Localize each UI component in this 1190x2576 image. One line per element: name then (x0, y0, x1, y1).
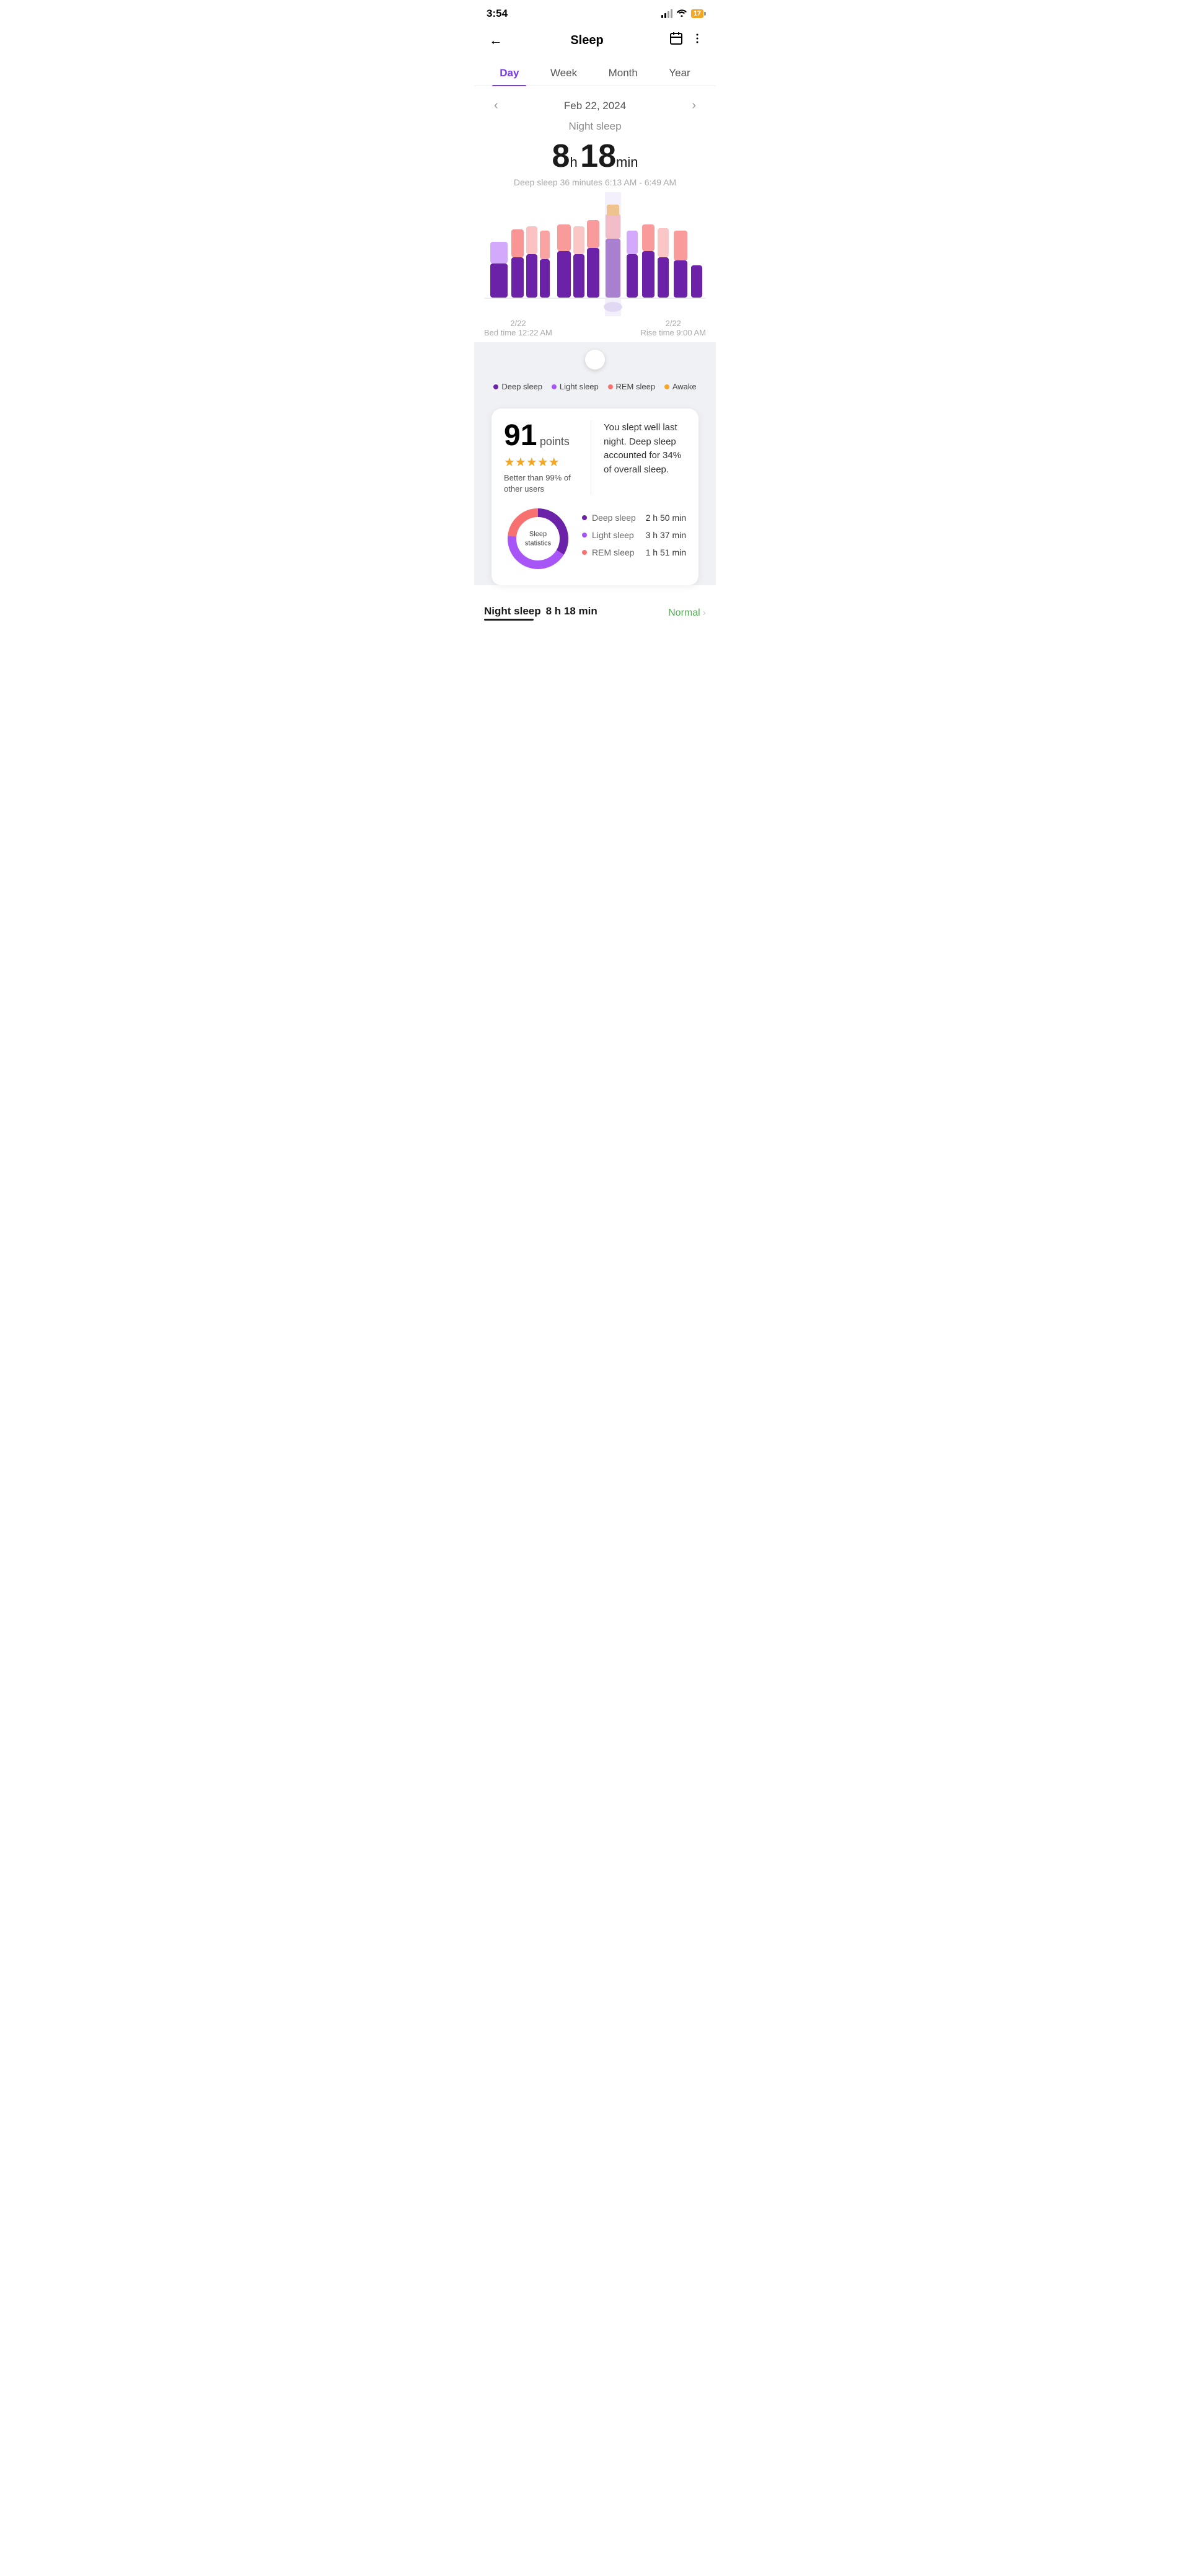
legend-light-sleep: Light sleep (552, 382, 599, 391)
chevron-right-icon: › (703, 608, 706, 619)
bed-date: 2/22 (484, 319, 552, 328)
score-top: 91 points ★★★★★ Better than 99% ofother … (504, 421, 686, 495)
sleep-chart (484, 192, 706, 316)
deep-stat-dot (582, 515, 587, 520)
stat-row-light: Light sleep 3 h 37 min (582, 530, 686, 540)
bottom-padding (474, 621, 716, 645)
score-left: 91 points ★★★★★ Better than 99% ofother … (504, 421, 578, 495)
legend-rem-sleep: REM sleep (608, 382, 656, 391)
sleep-minutes: 18 (580, 138, 616, 174)
header-actions (669, 31, 703, 50)
sleep-chart-svg (484, 192, 706, 316)
light-sleep-legend-label: Light sleep (560, 382, 599, 391)
light-sleep-dot (552, 384, 557, 389)
sleep-duration: 8h 18min (474, 133, 716, 177)
normal-badge: Normal › (668, 608, 706, 619)
sleep-stats: Sleepstatistics Deep sleep 2 h 50 min Li… (504, 505, 686, 573)
light-stat-name: Light sleep (592, 530, 634, 540)
rem-sleep-legend-label: REM sleep (616, 382, 656, 391)
rem-stat-name: REM sleep (592, 547, 634, 557)
battery-icon: 17 (691, 9, 703, 18)
stat-left-light: Light sleep (582, 530, 634, 540)
wifi-icon (676, 9, 687, 19)
rem-stat-value: 1 h 51 min (646, 547, 686, 557)
tab-bar: Day Week Month Year (474, 61, 716, 86)
score-stars: ★★★★★ (504, 454, 578, 470)
prev-date-button[interactable]: ‹ (489, 96, 503, 115)
sleep-chart-container (474, 192, 716, 316)
status-icons: 17 (661, 9, 703, 19)
score-rank: Better than 99% ofother users (504, 472, 578, 495)
more-options-icon[interactable] (691, 32, 703, 48)
stats-list: Deep sleep 2 h 50 min Light sleep 3 h 37… (582, 513, 686, 565)
sleep-m-unit: min (616, 154, 638, 170)
sleep-hours: 8 (552, 138, 570, 174)
awake-legend-label: Awake (672, 382, 697, 391)
rem-stat-dot (582, 550, 587, 555)
rise-date: 2/22 (641, 319, 707, 328)
night-sleep-value: 8 h 18 min (546, 605, 597, 617)
deep-sleep-detail: Deep sleep 36 minutes 6:13 AM - 6:49 AM (474, 177, 716, 187)
stat-row-deep: Deep sleep 2 h 50 min (582, 513, 686, 523)
donut-label: Sleepstatistics (525, 530, 551, 548)
night-sleep-section[interactable]: Night sleep 8 h 18 min Normal › (474, 593, 716, 621)
legend-awake: Awake (664, 382, 697, 391)
status-bar: 3:54 17 (474, 0, 716, 25)
chart-footer: 2/22 Bed time 12:22 AM 2/22 Rise time 9:… (474, 316, 716, 342)
rise-time: Rise time 9:00 AM (641, 328, 707, 337)
stat-left-rem: REM sleep (582, 547, 634, 557)
score-description: You slept well last night. Deep sleep ac… (604, 421, 686, 495)
night-sleep-underline (484, 619, 534, 621)
next-date-button[interactable]: › (687, 96, 701, 115)
status-time: 3:54 (487, 7, 508, 20)
legend-deep-sleep: Deep sleep (493, 382, 542, 391)
deep-sleep-legend-label: Deep sleep (501, 382, 542, 391)
night-sleep-left: Night sleep 8 h 18 min (484, 605, 597, 621)
score-card: 91 points ★★★★★ Better than 99% ofother … (491, 409, 699, 585)
score-number: 91 (504, 419, 537, 452)
rem-sleep-dot (608, 384, 613, 389)
light-stat-value: 3 h 37 min (646, 530, 686, 540)
page-title: Sleep (570, 33, 603, 48)
scroll-handle[interactable] (585, 350, 605, 370)
calendar-icon[interactable] (669, 31, 684, 50)
light-stat-dot (582, 533, 587, 538)
deep-sleep-dot (493, 384, 498, 389)
deep-stat-name: Deep sleep (592, 513, 636, 523)
rise-time-info: 2/22 Rise time 9:00 AM (641, 319, 707, 337)
tab-year[interactable]: Year (661, 61, 697, 86)
night-sleep-title: Night sleep (484, 605, 541, 617)
bed-time-info: 2/22 Bed time 12:22 AM (484, 319, 552, 337)
legend: Deep sleep Light sleep REM sleep Awake (484, 377, 706, 401)
tab-week[interactable]: Week (543, 61, 584, 86)
back-button[interactable]: ← (487, 30, 505, 51)
date-navigator: ‹ Feb 22, 2024 › (474, 86, 716, 118)
bed-time: Bed time 12:22 AM (484, 328, 552, 337)
sleep-type-label: Night sleep (474, 120, 716, 133)
normal-label: Normal (668, 608, 700, 619)
deep-stat-value: 2 h 50 min (646, 513, 686, 523)
donut-chart: Sleepstatistics (504, 505, 572, 573)
signal-icon (661, 9, 672, 18)
sleep-h-unit: h (570, 154, 577, 170)
tab-month[interactable]: Month (601, 61, 645, 86)
score-points-label: points (540, 435, 570, 448)
stat-left-deep: Deep sleep (582, 513, 636, 523)
stat-row-rem: REM sleep 1 h 51 min (582, 547, 686, 557)
current-date: Feb 22, 2024 (564, 100, 626, 112)
score-number-row: 91 points (504, 421, 578, 451)
gray-section: Deep sleep Light sleep REM sleep Awake 9… (474, 342, 716, 585)
header: ← Sleep (474, 25, 716, 61)
awake-dot (664, 384, 669, 389)
tab-day[interactable]: Day (492, 61, 526, 86)
